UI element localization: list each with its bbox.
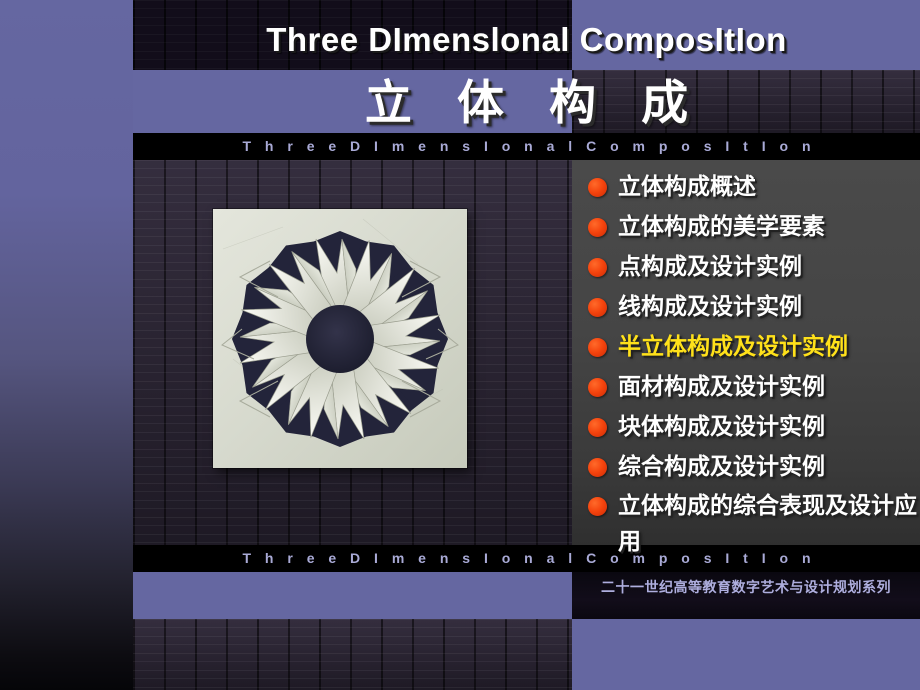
series-label: 二十一世纪高等教育数字艺术与设计规划系列: [601, 579, 891, 595]
list-item[interactable]: 面材构成及设计实例: [572, 368, 920, 406]
list-item[interactable]: 立体构成概述: [572, 168, 920, 206]
page-title-chinese: 立 体 构 成: [364, 76, 705, 129]
list-item-label: 立体构成的综合表现及设计应用: [618, 493, 917, 555]
bullet-dot-icon: [588, 298, 607, 317]
list-item-label: 点构成及设计实例: [618, 254, 802, 280]
bottom-brick-panel: [133, 619, 572, 690]
list-item-label: 线构成及设计实例: [618, 294, 802, 320]
left-gradient-rail: [0, 0, 133, 690]
list-item-selected[interactable]: 半立体构成及设计实例: [572, 328, 920, 366]
list-item-label: 综合构成及设计实例: [618, 454, 825, 480]
bullet-dot-icon: [588, 458, 607, 477]
topic-bullet-list: 立体构成概述 立体构成的美学要素 点构成及设计实例 线构成及设计实例 半立体构成…: [572, 162, 920, 555]
list-item-label: 立体构成概述: [618, 174, 756, 200]
slide-canvas: Three DImenslonal ComposItIon 立 体 构 成 T …: [0, 0, 920, 690]
bullet-dot-icon: [588, 378, 607, 397]
bullet-dot-icon: [588, 497, 607, 516]
list-item-label: 半立体构成及设计实例: [618, 334, 848, 360]
paper-sculpture-photo: [213, 209, 467, 468]
list-item-label: 块体构成及设计实例: [618, 414, 825, 440]
list-item[interactable]: 点构成及设计实例: [572, 248, 920, 286]
subtitle-top: T h r e e D I m e n s I o n a l C o m p …: [242, 138, 816, 154]
bottom-purple-panel: [572, 619, 920, 690]
bullet-dot-icon: [588, 338, 607, 357]
list-item[interactable]: 综合构成及设计实例: [572, 448, 920, 486]
footer-purple-panel: [133, 572, 572, 619]
bullet-dot-icon: [588, 218, 607, 237]
list-item-label: 立体构成的美学要素: [618, 214, 825, 240]
list-item[interactable]: 块体构成及设计实例: [572, 408, 920, 446]
list-item[interactable]: 立体构成的美学要素: [572, 208, 920, 246]
bullet-dot-icon: [588, 418, 607, 437]
list-item[interactable]: 立体构成的综合表现及设计应用: [572, 488, 920, 560]
bullet-dot-icon: [588, 258, 607, 277]
page-title-english: Three DImenslonal ComposItIon: [266, 21, 787, 58]
bullet-dot-icon: [588, 178, 607, 197]
list-item[interactable]: 线构成及设计实例: [572, 288, 920, 326]
paper-star-icon: [213, 209, 467, 468]
list-item-label: 面材构成及设计实例: [618, 374, 825, 400]
